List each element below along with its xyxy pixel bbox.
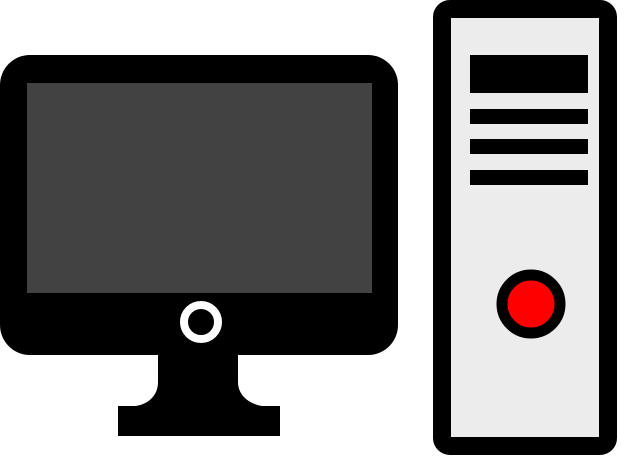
monitor-screen: [27, 83, 372, 293]
drive-bay-2: [470, 109, 588, 124]
desktop-monitor-icon: [0, 55, 398, 436]
drive-bay-4: [470, 170, 588, 185]
monitor-stand: [118, 348, 280, 436]
computer-icon: [0, 0, 617, 455]
computer-illustration: [0, 0, 626, 456]
drive-bay-1: [470, 55, 588, 93]
pc-tower-icon: [433, 0, 617, 455]
power-button-icon: [496, 269, 566, 339]
monitor-power-ring: [180, 301, 222, 343]
drive-bay-3: [470, 139, 588, 154]
